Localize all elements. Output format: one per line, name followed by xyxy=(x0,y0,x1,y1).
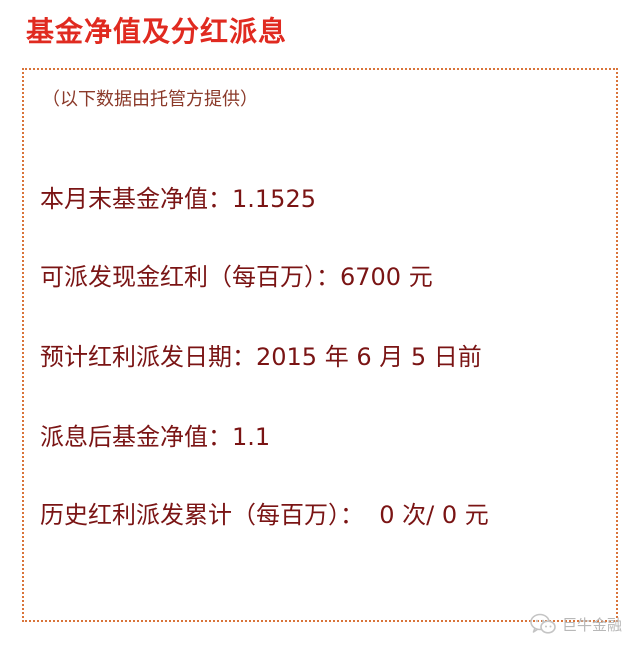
watermark: 巨牛金融 xyxy=(530,613,622,635)
historical-dividend-row: 历史红利派发累计（每百万）： 0 次/ 0 元 xyxy=(40,498,489,532)
payout-date-label: 预计红利派发日期： xyxy=(40,343,256,371)
payout-date-row: 预计红利派发日期：2015 年 6 月 5 日前 xyxy=(40,340,482,374)
watermark-text: 巨牛金融 xyxy=(561,615,622,634)
historical-dividend-label: 历史红利派发累计（每百万）： xyxy=(40,501,364,529)
page-title: 基金净值及分红派息 xyxy=(26,15,288,48)
nav-after-dividend-label: 派息后基金净值： xyxy=(40,423,232,451)
nav-after-dividend-row: 派息后基金净值：1.1 xyxy=(40,420,270,454)
cash-dividend-label: 可派发现金红利（每百万）： xyxy=(40,263,340,291)
payout-date-value: 2015 年 6 月 5 日前 xyxy=(256,343,482,371)
wechat-icon xyxy=(530,613,556,635)
cash-dividend-row: 可派发现金红利（每百万）：6700 元 xyxy=(40,260,433,294)
nav-month-end-value: 1.1525 xyxy=(232,185,316,213)
nav-month-end-row: 本月末基金净值：1.1525 xyxy=(40,182,316,216)
nav-month-end-label: 本月末基金净值： xyxy=(40,185,232,213)
historical-dividend-value: 0 次/ 0 元 xyxy=(364,501,489,529)
data-source-note: （以下数据由托管方提供） xyxy=(42,89,258,110)
cash-dividend-value: 6700 元 xyxy=(340,263,433,291)
nav-after-dividend-value: 1.1 xyxy=(232,423,271,451)
